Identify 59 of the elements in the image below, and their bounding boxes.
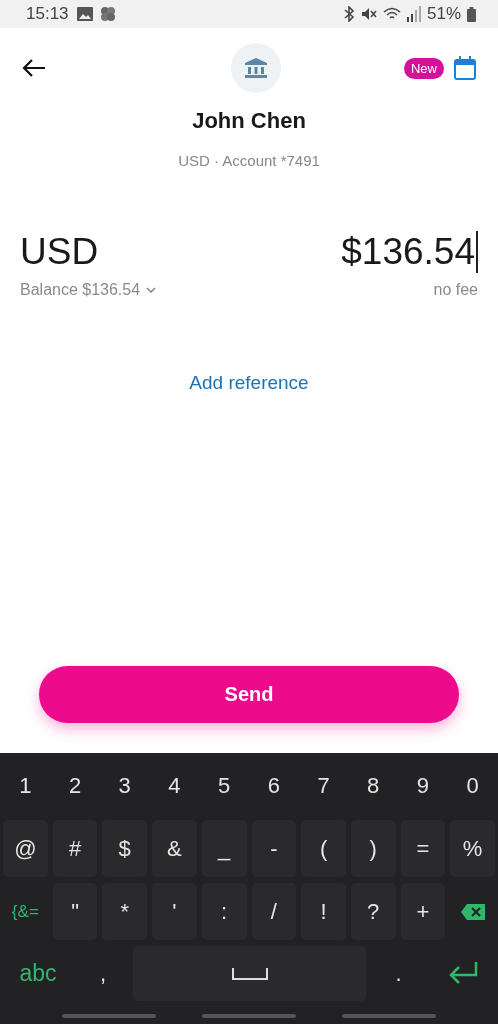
backspace-icon (460, 903, 485, 920)
currency-code: USD (20, 231, 99, 273)
keyboard-key[interactable]: ! (301, 883, 346, 940)
keyboard-key[interactable]: 3 (102, 757, 148, 814)
keyboard-key[interactable]: & (152, 820, 197, 877)
keyboard-key[interactable]: ) (350, 820, 396, 877)
keyboard-key[interactable]: : (201, 883, 247, 940)
keyboard-key[interactable]: . (371, 946, 426, 1001)
nav-handle[interactable] (62, 1014, 156, 1018)
keyboard-key[interactable]: * (102, 883, 148, 940)
keyboard-key[interactable]: - (251, 820, 297, 877)
signal-icon (406, 6, 421, 22)
add-reference-link[interactable]: Add reference (183, 371, 315, 395)
keyboard-key[interactable]: , (78, 946, 128, 1001)
send-button[interactable]: Send (39, 666, 459, 723)
account-details: USD · Account *7491 (177, 152, 321, 169)
keyboard-key[interactable]: _ (201, 820, 247, 877)
nav-handle[interactable] (202, 1014, 296, 1018)
image-icon (76, 7, 93, 21)
keyboard-key[interactable]: 2 (52, 757, 98, 814)
mute-icon (360, 6, 377, 22)
bank-icon (245, 58, 267, 78)
keyboard-key[interactable]: 1 (3, 757, 48, 814)
battery-percent: 51% (426, 4, 461, 24)
space-icon (231, 967, 268, 980)
back-arrow-icon (22, 58, 46, 78)
keyboard-key[interactable]: % (450, 820, 495, 877)
keyboard-key[interactable]: @ (3, 820, 48, 877)
keyboard-key[interactable]: 4 (152, 757, 197, 814)
recipient-name: John Chen (191, 108, 307, 134)
keyboard-key[interactable]: 0 (450, 757, 495, 814)
keyboard-key[interactable]: $ (102, 820, 148, 877)
bluetooth-icon (342, 6, 355, 22)
calendar-icon (454, 56, 476, 80)
keyboard-key[interactable]: 9 (400, 757, 446, 814)
keyboard-key[interactable]: = (400, 820, 446, 877)
mode-key[interactable]: abc (3, 946, 73, 1001)
calendar-button[interactable] (454, 56, 476, 80)
keyboard-key[interactable]: ? (350, 883, 396, 940)
new-badge: New (403, 57, 444, 79)
flower-icon (98, 5, 117, 23)
keyboard-key[interactable]: 8 (350, 757, 396, 814)
keyboard-key[interactable]: ' (152, 883, 197, 940)
keyboard-key[interactable]: 6 (251, 757, 297, 814)
amount-field[interactable]: $136.54 (341, 231, 478, 273)
balance-selector[interactable]: Balance $136.54 (20, 281, 157, 299)
keyboard-key[interactable]: + (400, 883, 446, 940)
keyboard-key[interactable]: / (251, 883, 297, 940)
keyboard-key[interactable]: " (52, 883, 98, 940)
keyboard-key[interactable]: ( (301, 820, 346, 877)
battery-icon (467, 6, 476, 22)
fee-text: no fee (433, 281, 478, 299)
mode-key[interactable]: {&= (3, 883, 48, 940)
chevron-down-icon (146, 287, 157, 293)
keyboard-key[interactable]: 7 (301, 757, 346, 814)
status-time: 15:13 (26, 4, 69, 24)
keyboard-key[interactable]: 5 (201, 757, 247, 814)
nav-handle[interactable] (342, 1014, 436, 1018)
keyboard-key[interactable]: # (52, 820, 98, 877)
